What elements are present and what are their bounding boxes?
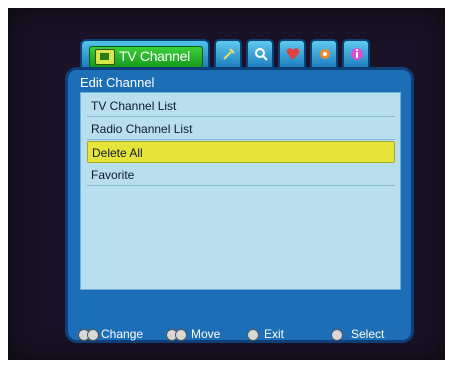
- footer-hints: Change Move Exit Select: [78, 326, 408, 344]
- exit-icon: [247, 329, 259, 341]
- down-arrow-icon: [175, 329, 187, 341]
- menu-item-label: Radio Channel List: [91, 122, 193, 136]
- menu-item-radio-channel-list[interactable]: Radio Channel List: [87, 118, 395, 140]
- menu-item-tv-channel-list[interactable]: TV Channel List: [87, 95, 395, 117]
- menu-item-label: Favorite: [91, 168, 135, 182]
- hint-move-text: Move: [191, 327, 221, 341]
- panel-title: Edit Channel: [80, 75, 155, 90]
- right-arrow-icon: [87, 329, 99, 341]
- menu-item-delete-all[interactable]: Delete All: [87, 141, 395, 163]
- settings-icon: [317, 46, 333, 62]
- info-icon: [349, 46, 365, 62]
- ok-icon: [331, 329, 343, 341]
- tab-tool[interactable]: [214, 39, 242, 67]
- menu-item-label: TV Channel List: [91, 99, 177, 113]
- menu-item-favorite[interactable]: Favorite: [87, 164, 395, 186]
- tv-screen: TV Channel List: [8, 8, 445, 360]
- heart-icon: [285, 46, 301, 62]
- channel-menu-list: TV Channel List Radio Channel List Delet…: [80, 92, 401, 290]
- hint-select-text: Select: [351, 327, 385, 341]
- hint-exit-text: Exit: [264, 327, 285, 341]
- tv-icon: [95, 49, 115, 65]
- tab-search[interactable]: [246, 39, 274, 67]
- search-icon: [253, 46, 269, 62]
- edit-channel-panel: Edit Channel TV Channel List Radio Chann…: [65, 67, 414, 343]
- tab-favorite[interactable]: [278, 39, 306, 67]
- tab-tv-channel-list[interactable]: TV Channel List: [80, 39, 210, 80]
- hint-change-text: Change: [101, 327, 144, 341]
- tab-settings[interactable]: [310, 39, 338, 67]
- tool-icon: [221, 46, 237, 62]
- tab-info[interactable]: [342, 39, 370, 67]
- menu-item-label: Delete All: [92, 146, 143, 160]
- tab-active-inner: TV Channel List: [89, 46, 203, 80]
